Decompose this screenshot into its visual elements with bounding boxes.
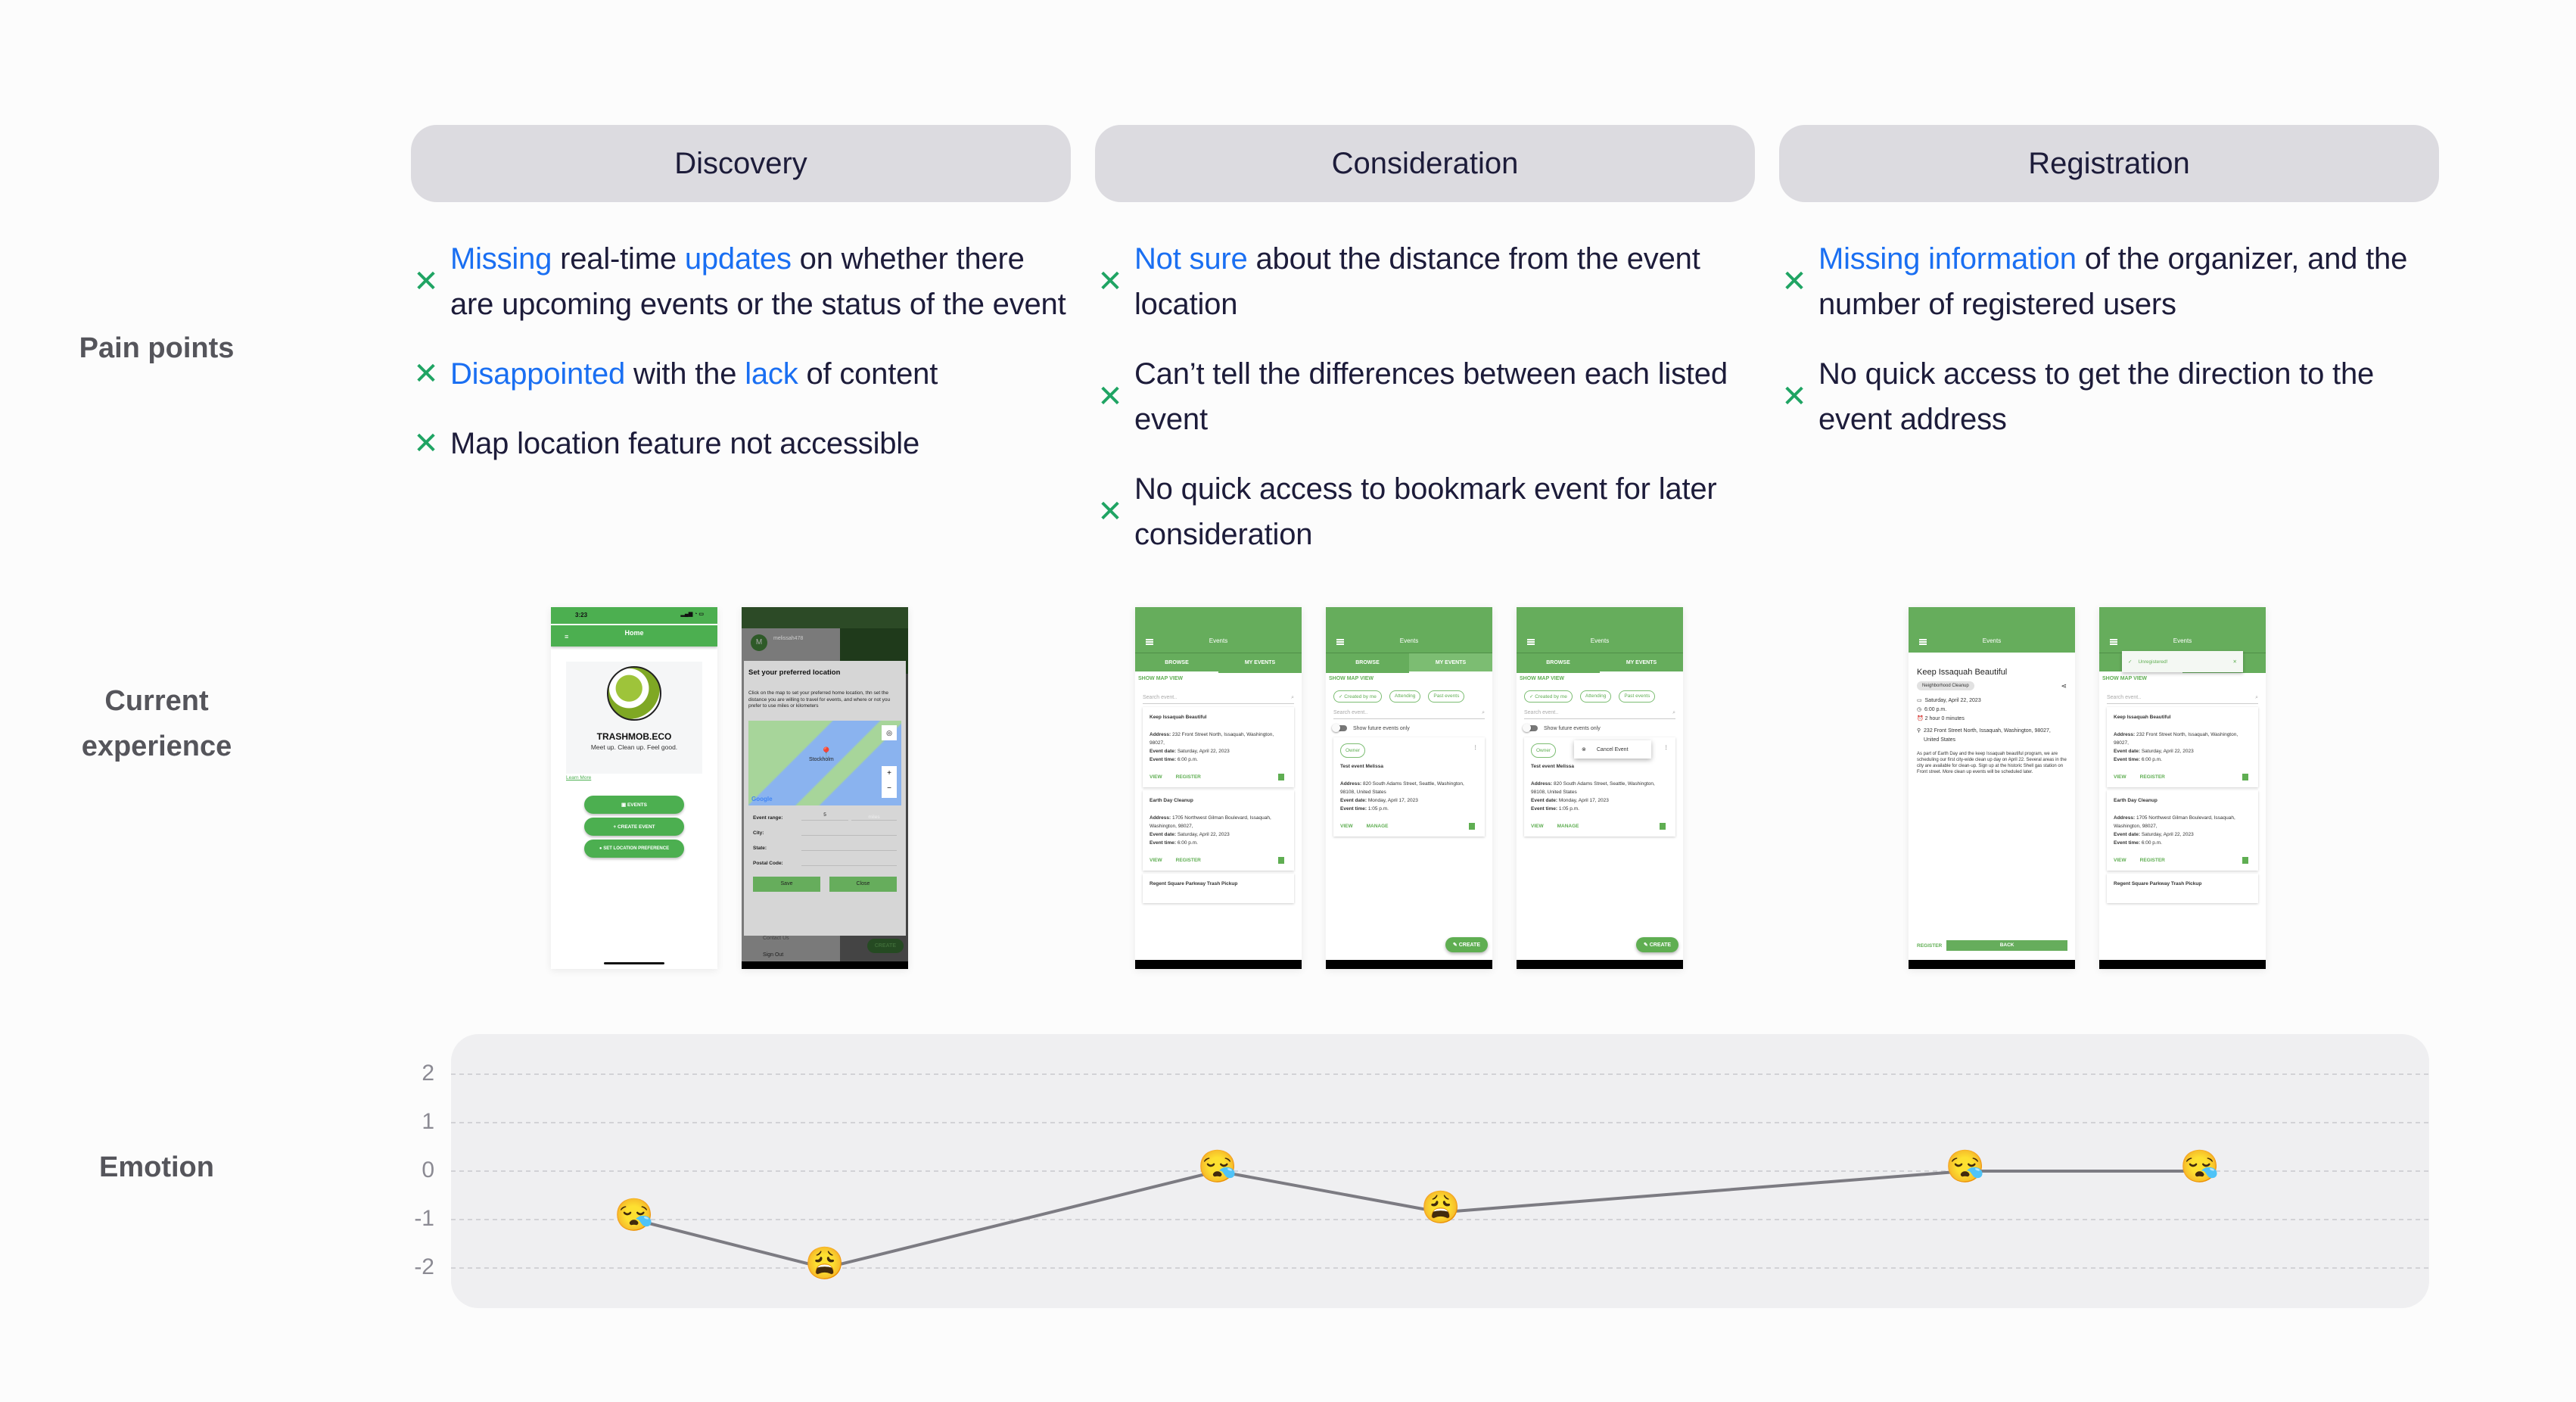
weary-face-icon: 😩 — [804, 1245, 845, 1281]
sleepy-face-icon: 😪 — [1197, 1148, 1238, 1184]
sleepy-face-icon: 😪 — [2179, 1148, 2220, 1184]
sleepy-face-icon: 😪 — [614, 1197, 655, 1232]
user-journey-map: Pain points Current experience Emotion D… — [0, 0, 2576, 1402]
weary-face-icon: 😩 — [1420, 1189, 1461, 1226]
sleepy-face-icon: 😪 — [1945, 1148, 1986, 1184]
emotion-chart — [451, 1073, 2429, 1270]
